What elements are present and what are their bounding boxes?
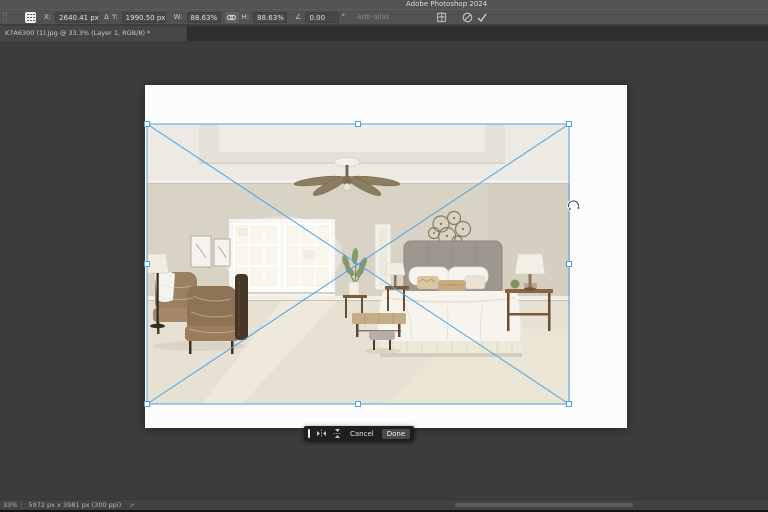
flip-vertical-icon[interactable] <box>333 428 342 439</box>
options-bar-grip[interactable] <box>3 12 7 22</box>
reference-point-toggle[interactable] <box>25 11 36 23</box>
cancel-button[interactable]: Cancel <box>348 430 376 438</box>
photoshop-window: Adobe Photoshop 2024 X: 2640.41 px Δ Y: … <box>0 0 768 512</box>
zoom-level-field[interactable]: 33% <box>0 501 23 509</box>
link-aspect-ratio-icon[interactable] <box>224 11 239 23</box>
relative-positioning-icon[interactable]: Δ <box>104 13 109 21</box>
tab-strip: K7A6300 (1).jpg @ 33.3% (Layer 1, RGB/8)… <box>0 26 768 41</box>
width-field[interactable]: 88.63% <box>186 11 221 23</box>
y-position-field[interactable]: 1990.50 px <box>121 11 166 23</box>
interpolation-label: Anti-alias <box>356 13 390 21</box>
commit-transform-icon[interactable] <box>476 12 488 23</box>
x-position-field[interactable]: 2640.41 px <box>55 11 100 23</box>
titlebar: Adobe Photoshop 2024 <box>0 0 768 9</box>
horizontal-scrollbar-thumb[interactable] <box>455 503 633 507</box>
degree-unit: ° <box>341 13 345 21</box>
h-label: H: <box>241 13 250 21</box>
rotate-cursor-icon <box>567 199 581 213</box>
flip-horizontal-icon[interactable] <box>316 429 327 438</box>
angle-icon: ∠ <box>295 13 302 21</box>
height-field[interactable]: 88.63% <box>253 11 288 23</box>
cancel-transform-icon[interactable] <box>462 12 473 23</box>
w-label: W: <box>173 13 183 21</box>
rotation-angle-field[interactable]: 0.00 <box>305 11 340 23</box>
app-title: Adobe Photoshop 2024 <box>406 0 488 8</box>
status-bar: 33% 5972 px x 3981 px (300 ppi) > <box>0 499 768 510</box>
transform-options-bar: X: 2640.41 px Δ Y: 1990.50 px W: 88.63% … <box>0 9 768 25</box>
x-label: X: <box>44 13 52 21</box>
warp-mode-toggle-icon[interactable] <box>436 12 447 23</box>
task-bar-drag-handle[interactable] <box>308 429 310 438</box>
done-button[interactable]: Done <box>381 428 411 439</box>
photo-layer-bedroom[interactable] <box>147 124 570 404</box>
document-dimensions: 5972 px x 3981 px (300 ppi) <box>28 501 122 509</box>
transform-task-bar: Cancel Done <box>304 426 415 441</box>
document-tab-label: K7A6300 (1).jpg @ 33.3% (Layer 1, RGB/8)… <box>5 29 151 37</box>
document-tab[interactable]: K7A6300 (1).jpg @ 33.3% (Layer 1, RGB/8)… <box>0 26 188 41</box>
y-label: Y: <box>111 13 118 21</box>
status-options-chevron[interactable]: > <box>129 501 134 509</box>
